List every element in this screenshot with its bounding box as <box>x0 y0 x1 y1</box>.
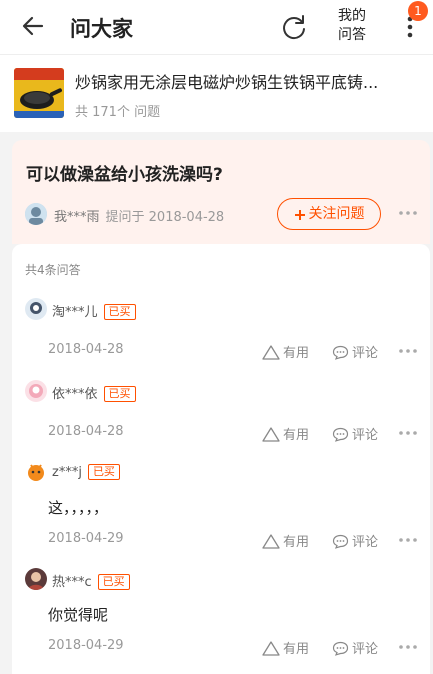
my-questions-line1: 我的 <box>338 8 366 24</box>
comment-label: 评论 <box>352 346 379 361</box>
product-question-count: 共 171个 问题 <box>75 105 161 120</box>
avatar <box>25 380 47 402</box>
useful-label: 有用 <box>283 535 310 550</box>
question-meta: 我***雨 提问于 2018-04-28 <box>54 206 224 225</box>
answer-user-name: 淘***儿 <box>52 305 98 320</box>
page-title: 问大家 <box>70 17 133 41</box>
bought-badge: 已买 <box>103 386 136 402</box>
notification-badge: 1 <box>408 1 428 21</box>
answer-text: 你觉得呢 <box>48 606 109 624</box>
comment-button[interactable]: 评论 <box>332 638 378 657</box>
useful-label: 有用 <box>283 642 310 657</box>
answer-user-name: 依***依 <box>52 387 98 402</box>
answer-user: z***j 已买 <box>52 464 120 480</box>
more-horizontal-icon[interactable] <box>398 344 418 358</box>
comment-icon <box>332 534 349 549</box>
follow-question-button[interactable]: 关注问题 <box>277 198 381 230</box>
answer-user: 淘***儿 已买 <box>52 301 136 320</box>
product-title: 炒锅家用无涂层电磁炉炒锅生铁锅平底铸... <box>75 73 379 92</box>
asked-date: 提问于 2018-04-28 <box>105 210 225 225</box>
answer-user-name: 热***c <box>52 575 92 590</box>
comment-button[interactable]: 评论 <box>332 424 378 443</box>
product-summary[interactable]: 炒锅家用无涂层电磁炉炒锅生铁锅平底铸... 共 171个 问题 <box>0 54 433 132</box>
follow-question-label: 关注问题 <box>308 206 365 222</box>
answer-user: 热***c 已买 <box>52 571 130 590</box>
answer-date: 2018-04-28 <box>48 342 124 357</box>
comment-label: 评论 <box>352 428 379 443</box>
avatar <box>25 568 47 590</box>
comment-button[interactable]: 评论 <box>332 531 378 550</box>
useful-button[interactable]: 有用 <box>262 342 309 361</box>
refresh-icon[interactable] <box>280 13 308 41</box>
answers-count: 共4条问答 <box>25 263 81 277</box>
top-bar: 问大家 我的 问答 1 <box>0 0 433 54</box>
comment-icon <box>332 345 349 360</box>
answer-date: 2018-04-28 <box>48 424 124 439</box>
comment-icon <box>332 427 349 442</box>
avatar <box>25 461 47 483</box>
my-questions-button[interactable]: 我的 问答 <box>334 7 370 45</box>
triangle-icon <box>262 534 280 549</box>
bought-badge: 已买 <box>87 464 120 480</box>
comment-button[interactable]: 评论 <box>332 342 378 361</box>
answer-date: 2018-04-29 <box>48 638 124 653</box>
useful-button[interactable]: 有用 <box>262 424 309 443</box>
answer-date: 2018-04-29 <box>48 531 124 546</box>
product-thumbnail <box>14 68 64 118</box>
more-horizontal-icon[interactable] <box>398 206 418 220</box>
avatar <box>25 203 47 225</box>
more-horizontal-icon[interactable] <box>398 640 418 654</box>
bought-badge: 已买 <box>103 304 136 320</box>
question-card: 可以做澡盆给小孩洗澡吗? 我***雨 提问于 2018-04-28 关注问题 <box>12 140 430 244</box>
plus-icon <box>294 210 305 220</box>
answer-user: 依***依 已买 <box>52 383 136 402</box>
more-horizontal-icon[interactable] <box>398 426 418 440</box>
comment-label: 评论 <box>352 535 379 550</box>
back-arrow-icon[interactable] <box>20 12 48 40</box>
triangle-icon <box>262 641 280 656</box>
answers-list: 共4条问答 淘***儿 已买 2018-04-28 有用 评论 依***依 已买 2… <box>12 244 430 674</box>
triangle-icon <box>262 345 280 360</box>
useful-button[interactable]: 有用 <box>262 531 309 550</box>
avatar <box>25 298 47 320</box>
answer-text: 这，，，，， <box>48 499 109 517</box>
useful-label: 有用 <box>283 346 310 361</box>
question-text: 可以做澡盆给小孩洗澡吗? <box>26 165 223 185</box>
more-horizontal-icon[interactable] <box>398 533 418 547</box>
useful-label: 有用 <box>283 428 310 443</box>
comment-label: 评论 <box>352 642 379 657</box>
asker-name: 我***雨 <box>54 210 100 225</box>
useful-button[interactable]: 有用 <box>262 638 309 657</box>
bought-badge: 已买 <box>97 574 130 590</box>
triangle-icon <box>262 427 280 442</box>
my-questions-line2: 问答 <box>338 27 366 43</box>
comment-icon <box>332 641 349 656</box>
answer-user-name: z***j <box>52 465 82 480</box>
